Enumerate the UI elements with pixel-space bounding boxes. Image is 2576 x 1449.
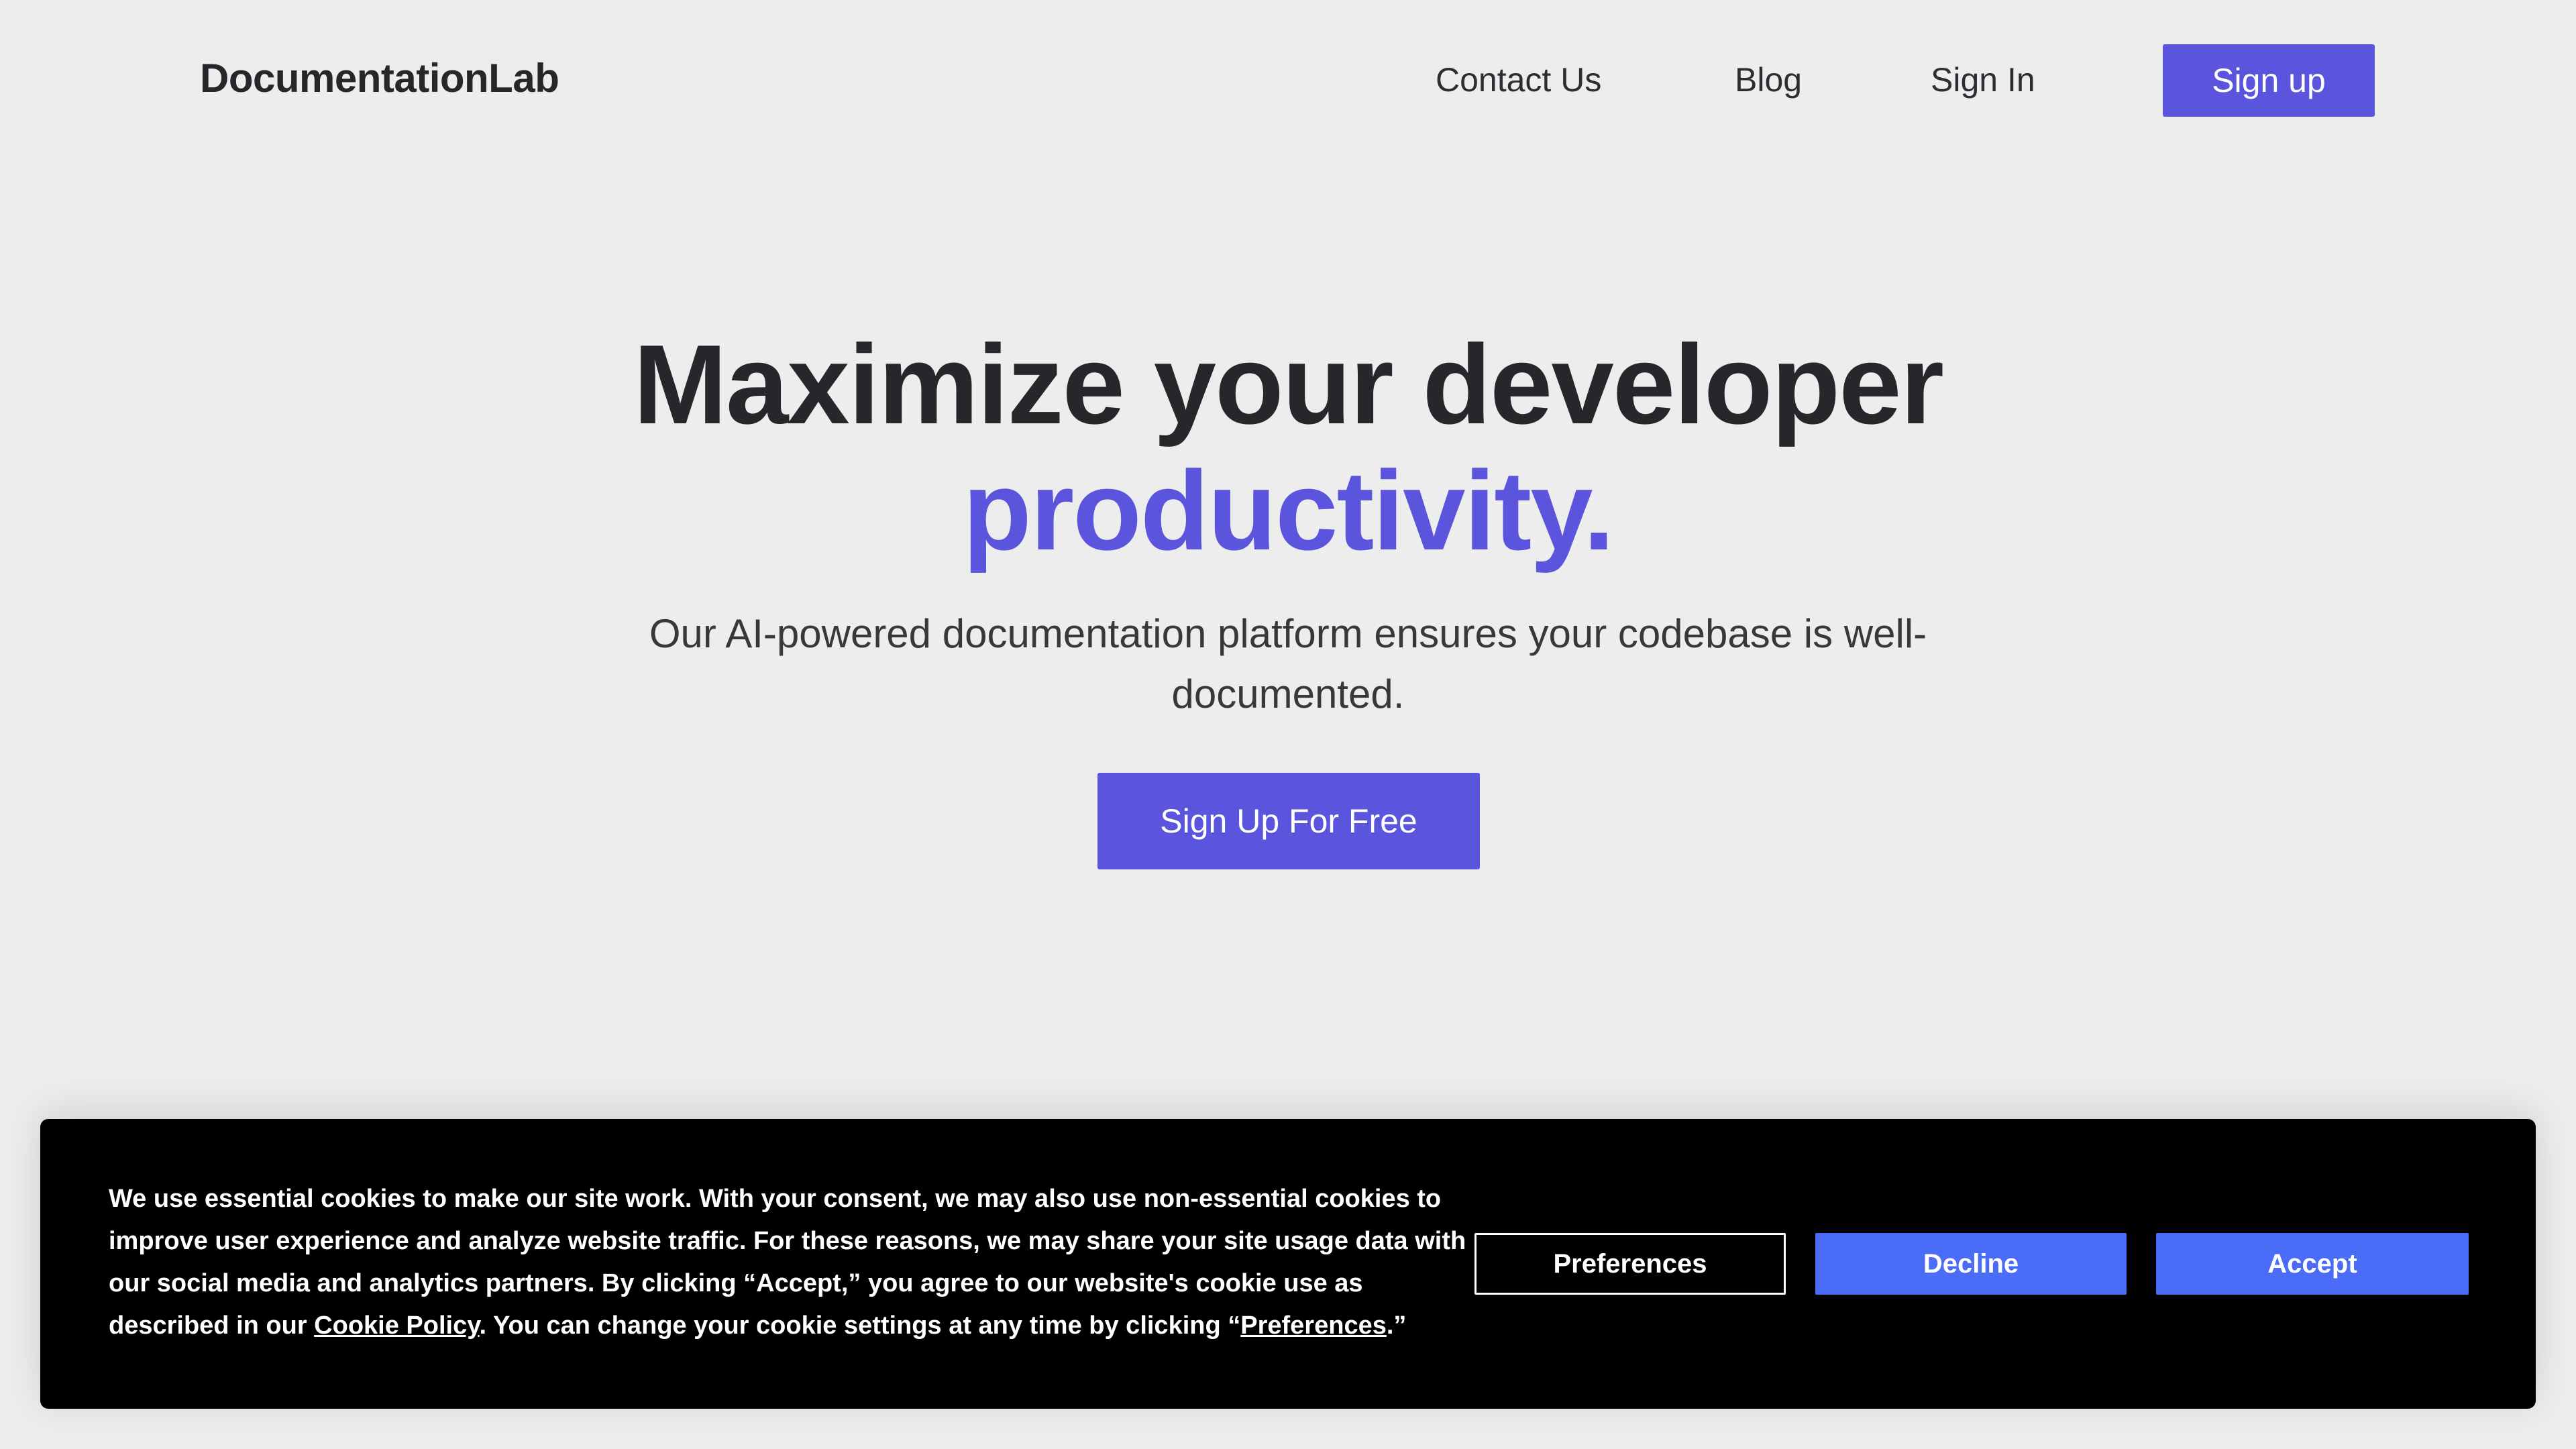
sign-up-for-free-button[interactable]: Sign Up For Free	[1097, 773, 1480, 869]
cookie-text-part-2: . You can change your cookie settings at…	[479, 1311, 1241, 1340]
cookie-policy-link[interactable]: Cookie Policy	[314, 1311, 479, 1340]
cookie-notice-text: We use essential cookies to make our sit…	[109, 1178, 1477, 1347]
preferences-link[interactable]: Preferences	[1240, 1311, 1387, 1340]
site-header: DocumentationLab Contact Us Blog Sign In…	[0, 0, 2576, 161]
accept-button[interactable]: Accept	[2156, 1233, 2469, 1295]
hero-subtitle: Our AI-powered documentation platform en…	[649, 611, 1927, 716]
landing-page: DocumentationLab Contact Us Blog Sign In…	[0, 0, 2576, 1449]
cookie-text-part-3: .”	[1386, 1311, 1407, 1340]
cookie-banner: We use essential cookies to make our sit…	[40, 1119, 2536, 1409]
nav-contact-us[interactable]: Contact Us	[1436, 60, 1601, 99]
sign-up-button[interactable]: Sign up	[2163, 44, 2375, 117]
site-logo[interactable]: DocumentationLab	[200, 55, 559, 101]
hero-title-accent: productivity.	[963, 447, 1615, 574]
decline-button[interactable]: Decline	[1815, 1233, 2127, 1295]
hero-title: Maximize your developer	[633, 321, 1944, 447]
nav-sign-in[interactable]: Sign In	[1931, 60, 2035, 99]
preferences-button[interactable]: Preferences	[1474, 1233, 1786, 1295]
nav-blog[interactable]: Blog	[1735, 60, 1802, 99]
